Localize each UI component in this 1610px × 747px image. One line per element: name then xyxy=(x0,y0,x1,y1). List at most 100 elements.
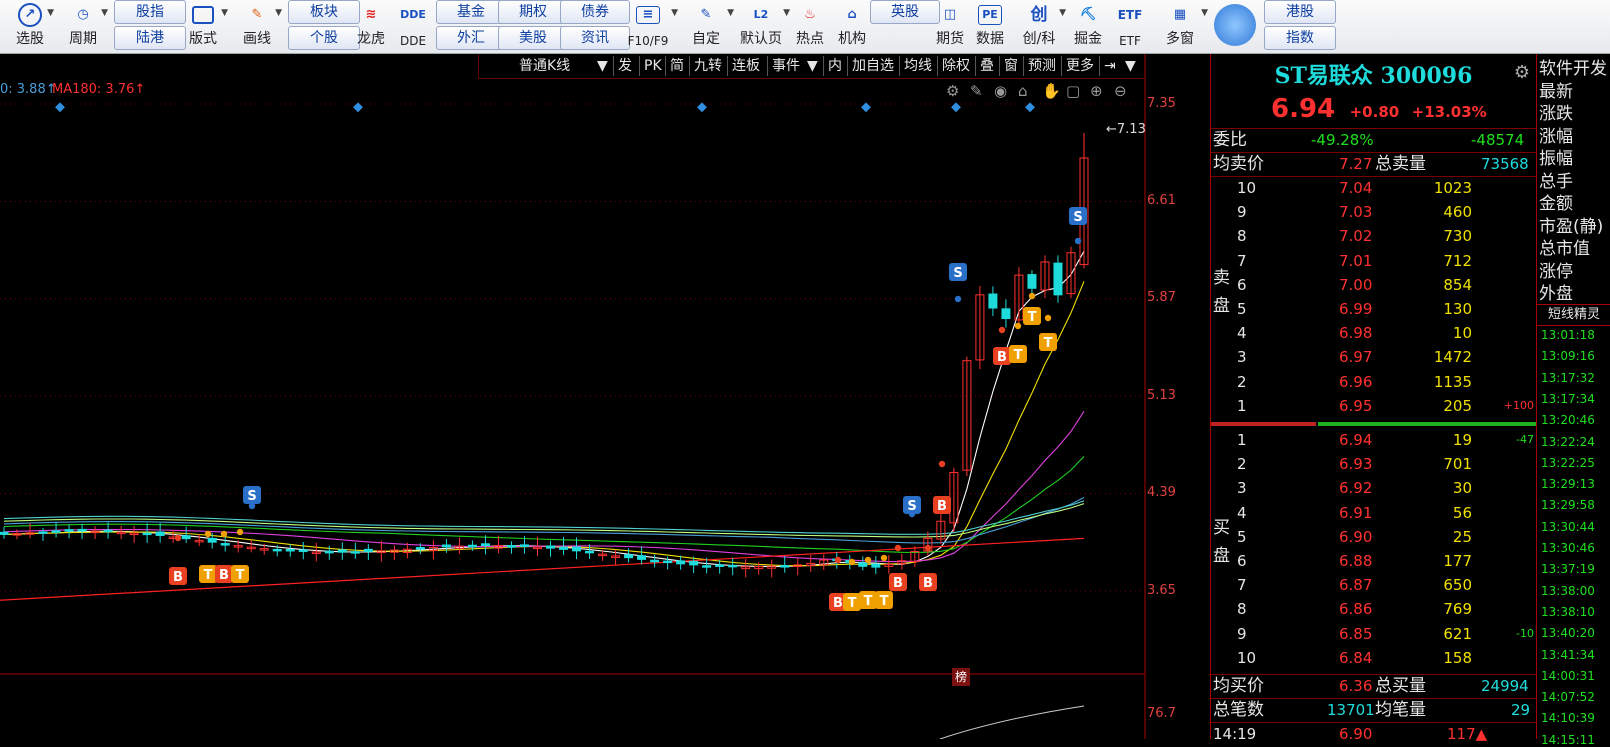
ask-level: 7 xyxy=(1237,249,1247,273)
ask-level-row[interactable]: 2 6.96 1135 xyxy=(1211,370,1536,394)
kline-chart[interactable]: SB T B TB T T TB BS BSB TTTS xyxy=(0,54,1208,739)
elf-time-item[interactable]: 13:29:58 xyxy=(1541,498,1595,512)
pill-forex[interactable]: 外汇 xyxy=(436,26,506,50)
ask-level-row[interactable]: 9 7.03 460 xyxy=(1211,200,1536,224)
pill-fund[interactable]: 基金 xyxy=(436,0,506,24)
elf-time-item[interactable]: 13:40:20 xyxy=(1541,626,1595,640)
elf-time-item[interactable]: 13:30:46 xyxy=(1541,541,1595,555)
bid-price: 6.84 xyxy=(1339,646,1372,670)
data-button[interactable]: PE 数据 xyxy=(970,0,1010,52)
elf-time-item[interactable]: 13:38:00 xyxy=(1541,584,1595,598)
bid-volume: 650 xyxy=(1443,573,1472,597)
info-field-label: 涨幅 xyxy=(1539,122,1573,147)
default-page-button[interactable]: L2 ▼ 默认页 xyxy=(734,0,788,52)
bid-strength-bar xyxy=(1318,422,1536,426)
elf-time-item[interactable]: 13:17:34 xyxy=(1541,392,1595,406)
elf-time-item[interactable]: 13:22:24 xyxy=(1541,435,1595,449)
etf-button[interactable]: ETF ETF xyxy=(1110,0,1150,52)
ask-level-row[interactable]: 7 7.01 712 xyxy=(1211,249,1536,273)
ask-volume: 1135 xyxy=(1434,370,1472,394)
ask-level-row[interactable]: 1 6.95 205 +100 xyxy=(1211,394,1536,418)
gear-icon[interactable]: ⚙ xyxy=(1514,62,1530,83)
pill-hk-connect[interactable]: 陆港 xyxy=(114,26,186,50)
draw-line-button[interactable]: ✎ ▼ 画线 xyxy=(234,0,280,52)
signal-dot xyxy=(849,559,855,565)
elf-time-item[interactable]: 13:20:46 xyxy=(1541,413,1595,427)
bid-level-row[interactable]: 3 6.92 30 xyxy=(1211,476,1536,500)
robot-assistant-icon[interactable] xyxy=(1214,4,1256,46)
elf-time-item[interactable]: 14:07:52 xyxy=(1541,690,1595,704)
bid-level-row[interactable]: 7 6.87 650 xyxy=(1211,573,1536,597)
ask-level-row[interactable]: 3 6.97 1472 xyxy=(1211,345,1536,369)
pen-icon: ✎ xyxy=(242,3,272,27)
pill-stock[interactable]: 个股 xyxy=(288,26,360,50)
bid-level: 5 xyxy=(1237,525,1247,549)
ask-level: 3 xyxy=(1237,345,1247,369)
elf-time-item[interactable]: 13:38:10 xyxy=(1541,605,1595,619)
ask-level-row[interactable]: 10 7.04 1023 xyxy=(1211,176,1536,200)
pill-sector[interactable]: 板块 xyxy=(288,0,360,24)
bid-level-row[interactable]: 9 6.85 621 -10 xyxy=(1211,622,1536,646)
bid-level-row[interactable]: 10 6.84 158 xyxy=(1211,646,1536,670)
signal-badge-label: T xyxy=(880,594,889,609)
signal-dot xyxy=(865,557,871,563)
bid-level-row[interactable]: 4 6.91 56 xyxy=(1211,501,1536,525)
ask-level-row[interactable]: 4 6.98 10 xyxy=(1211,321,1536,345)
avg-sell-value: 7.27 xyxy=(1339,152,1372,176)
pill-index[interactable]: 股指 xyxy=(114,0,186,24)
pill-us-stock[interactable]: 美股 xyxy=(498,26,568,50)
elf-time-item[interactable]: 13:22:25 xyxy=(1541,456,1595,470)
bid-level-row[interactable]: 1 6.94 19 -47 xyxy=(1211,428,1536,452)
hot-button[interactable]: ♨ 热点 xyxy=(790,0,830,52)
pill-options[interactable]: 期权 xyxy=(498,0,568,24)
short-term-elf-section[interactable]: 短线精灵 xyxy=(1537,304,1610,326)
elf-time-item[interactable]: 13:17:32 xyxy=(1541,371,1595,385)
elf-time-item[interactable]: 13:41:34 xyxy=(1541,648,1595,662)
bang-badge[interactable]: 榜 xyxy=(952,668,970,686)
total-sell-label: 总卖量 xyxy=(1375,152,1426,176)
price-change: +0.80 xyxy=(1350,103,1400,121)
signal-dot xyxy=(909,511,915,517)
bid-level-row[interactable]: 8 6.86 769 xyxy=(1211,597,1536,621)
total-trades-value: 13701 xyxy=(1327,698,1375,722)
ask-level-row[interactable]: 5 6.99 130 xyxy=(1211,297,1536,321)
elf-time-item[interactable]: 13:30:44 xyxy=(1541,520,1595,534)
layout-button[interactable]: ▼ 版式 xyxy=(180,0,226,52)
multi-window-button[interactable]: ▦ ▼ 多窗 xyxy=(1154,0,1206,52)
stock-picker-button[interactable]: ↗ ▼ 选股 xyxy=(8,0,52,52)
ask-level-row[interactable]: 8 7.02 730 xyxy=(1211,224,1536,248)
ask-level-row[interactable]: 6 7.00 854 xyxy=(1211,273,1536,297)
signal-badge-label: S xyxy=(953,266,962,281)
chuang-ke-button[interactable]: 创 ▼ 创/科 xyxy=(1014,0,1064,52)
elf-time-item[interactable]: 14:10:39 xyxy=(1541,711,1595,725)
f10-icon: ≡ xyxy=(636,6,660,24)
candle-body xyxy=(651,560,659,562)
custom-button[interactable]: ✎ ▼ 自定 xyxy=(680,0,732,52)
avg-buy-label: 均买价 xyxy=(1213,674,1264,698)
gold-dig-button[interactable]: ⛏ 掘金 xyxy=(1068,0,1108,52)
chevron-down-icon: ▼ xyxy=(1201,8,1208,18)
elf-time-item[interactable]: 13:37:19 xyxy=(1541,562,1595,576)
candle-body xyxy=(703,566,711,568)
pill-hk-stock[interactable]: 港股 xyxy=(1264,0,1336,24)
elf-time-item[interactable]: 13:29:13 xyxy=(1541,477,1595,491)
period-button[interactable]: ◷ ▼ 周期 xyxy=(60,0,106,52)
elf-time-item[interactable]: 14:00:31 xyxy=(1541,669,1595,683)
dragon-tiger-button[interactable]: ≋ 龙虎 xyxy=(352,0,390,52)
elf-time-item[interactable]: 13:01:18 xyxy=(1541,328,1595,342)
elf-time-item[interactable]: 13:09:16 xyxy=(1541,349,1595,363)
institution-button[interactable]: ⌂ 机构 xyxy=(832,0,872,52)
bid-level-row[interactable]: 5 6.90 25 xyxy=(1211,525,1536,549)
bid-level-row[interactable]: 6 6.88 177 xyxy=(1211,549,1536,573)
candle-body xyxy=(507,546,515,548)
dde-button[interactable]: DDE DDE xyxy=(394,0,432,52)
futures-button[interactable]: ◫ 期货 xyxy=(930,0,970,52)
event-diamond-icon xyxy=(55,102,65,112)
elf-time-item[interactable]: 14:15:11 xyxy=(1541,733,1595,747)
pill-index-2[interactable]: 指数 xyxy=(1264,26,1336,50)
avg-sell-row: 均卖价 7.27 总卖量 73568 xyxy=(1211,152,1536,176)
avg-buy-row: 均买价 6.36 总买量 24994 xyxy=(1211,674,1536,698)
bid-level-row[interactable]: 2 6.93 701 xyxy=(1211,452,1536,476)
ask-volume: 730 xyxy=(1443,224,1472,248)
f10-button[interactable]: ≡ ▼ F10/F9 xyxy=(620,0,676,52)
